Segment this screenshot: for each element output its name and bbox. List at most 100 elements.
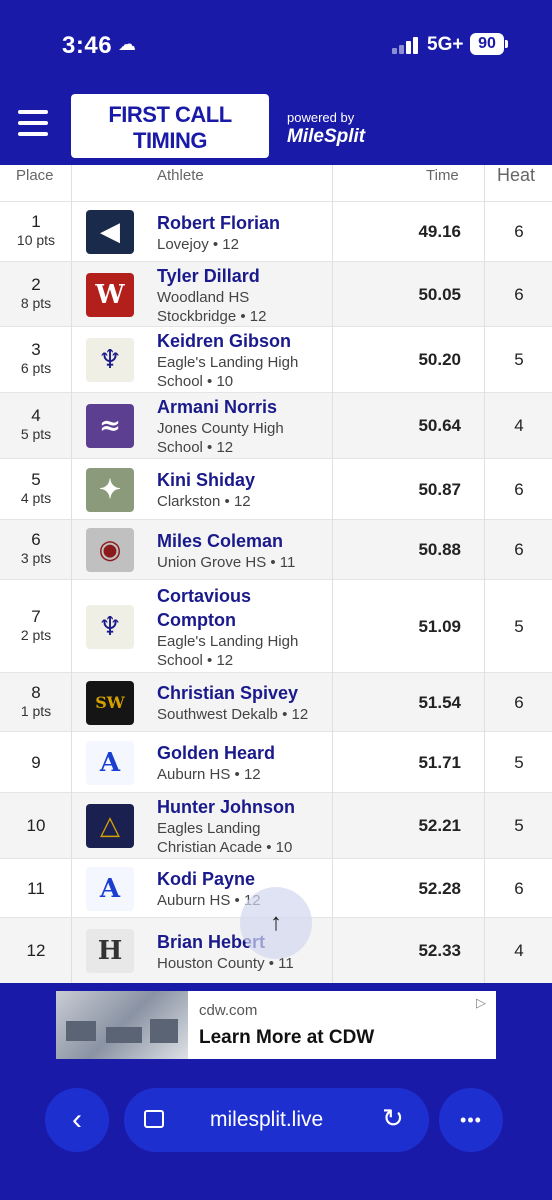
athlete-school: Eagles Landing xyxy=(157,820,261,837)
table-row[interactable]: 45 pts ≈ Armani Norris Jones County High Sch… xyxy=(0,392,552,458)
athlete-name[interactable]: Robert Florian xyxy=(157,211,332,235)
ad-domain: cdw.com xyxy=(199,1002,258,1019)
scroll-to-top-button[interactable]: ↑ xyxy=(240,887,312,959)
signal-icon xyxy=(392,36,422,54)
table-row[interactable]: 1 10 pts ◀ Robert Florian Lovejoy • 12 49.16 6 xyxy=(0,201,552,261)
address-bar[interactable]: milesplit.live ↻ xyxy=(124,1088,429,1152)
adchoices-icon[interactable]: ▷ xyxy=(476,995,486,1011)
ad-banner[interactable]: cdw.com Learn More at CDW ▷ xyxy=(56,991,496,1059)
place-number: 4 xyxy=(31,406,41,425)
logo-line2: TIMING xyxy=(133,128,208,153)
table-row[interactable]: 36 pts ♆ Keidren Gibson Eagle's Landing Hig… xyxy=(0,326,552,392)
athlete-name[interactable]: Golden Heard xyxy=(157,741,332,765)
athlete-name[interactable]: Christian Spivey xyxy=(157,681,332,705)
time-cell: 51.54 xyxy=(418,693,461,712)
heat-cell: 5 xyxy=(514,350,524,369)
auburn-logo: A xyxy=(86,867,134,911)
athlete-school: Clarkston • 12 xyxy=(157,493,251,510)
logo-line1: FIRST CALL xyxy=(108,102,232,127)
athlete-school: Lovejoy • 12 xyxy=(157,236,239,253)
table-row[interactable]: 81 pts SW Christian Spivey Southwest Dekalb… xyxy=(0,672,552,731)
jones-county-logo: ≈ xyxy=(86,404,134,448)
time-cell: 49.16 xyxy=(418,222,461,241)
table-row[interactable]: 9 A Golden Heard Auburn HS • 12 51.71 5 xyxy=(0,731,552,792)
place-number: 5 xyxy=(31,470,41,489)
place-points: 4 pts xyxy=(20,490,52,506)
clarkston-logo: ✦ xyxy=(86,468,134,512)
union-grove-logo: ◉ xyxy=(86,528,134,572)
southwest-dekalb-logo: SW xyxy=(86,681,134,725)
place-cell: 10 xyxy=(0,816,72,836)
woodland-logo: W xyxy=(86,273,134,317)
table-row[interactable]: 28 pts W Tyler Dillard Woodland HS Stockbrid… xyxy=(0,261,552,326)
athlete-name[interactable]: Kini Shiday xyxy=(157,468,332,492)
place-cell: 45 pts xyxy=(0,406,72,442)
athlete-name[interactable]: Armani Norris xyxy=(157,395,332,419)
athlete-name[interactable]: Hunter Johnson xyxy=(157,795,332,819)
heat-cell: 6 xyxy=(514,285,524,304)
back-button[interactable]: ‹ xyxy=(45,1088,109,1152)
table-row[interactable]: 63 pts ◉ Miles Coleman Union Grove HS • 11 5… xyxy=(0,519,552,579)
place-number: 11 xyxy=(27,879,45,898)
athlete-school: School • 12 xyxy=(157,652,234,669)
athlete-school: Christian Acade • 10 xyxy=(157,839,293,856)
athlete-school: Auburn HS • 12 xyxy=(157,766,261,783)
elca-logo: △ xyxy=(86,804,134,848)
place-number: 10 xyxy=(26,816,46,835)
place-number: 7 xyxy=(31,607,41,626)
more-icon: ••• xyxy=(460,1110,482,1130)
status-bar: 3:46 ☁ 5G+ 90 xyxy=(0,0,552,90)
back-icon: ‹ xyxy=(72,1103,82,1136)
athlete-name[interactable]: Keidren Gibson xyxy=(157,329,332,353)
place-cell: 28 pts xyxy=(0,275,72,311)
first-call-timing-logo[interactable]: FIRST CALL TIMING xyxy=(71,94,269,158)
time-cell: 50.88 xyxy=(418,540,461,559)
athlete-name[interactable]: Compton xyxy=(157,608,332,632)
more-button[interactable]: ••• xyxy=(439,1088,503,1152)
place-number: 6 xyxy=(31,530,41,549)
heat-cell: 5 xyxy=(514,816,524,835)
reload-icon[interactable]: ↻ xyxy=(382,1103,404,1134)
heat-cell: 5 xyxy=(514,753,524,772)
athlete-school: Woodland HS xyxy=(157,289,250,306)
table-row[interactable]: 10 △ Hunter Johnson Eagles Landing Christian… xyxy=(0,792,552,858)
houston-county-logo: H xyxy=(86,929,134,973)
page-menu-icon[interactable] xyxy=(144,1110,164,1128)
athlete-name[interactable]: Tyler Dillard xyxy=(157,264,332,288)
table-row[interactable]: 72 pts ♆ Cortavious Compton Eagle's Landing … xyxy=(0,579,552,672)
athlete-school: Union Grove HS • 11 xyxy=(157,554,296,571)
place-points: 6 pts xyxy=(20,360,52,376)
cloud-icon: ☁ xyxy=(118,34,136,54)
table-row[interactable]: 54 pts ✦ Kini Shiday Clarkston • 12 50.87 6 xyxy=(0,458,552,519)
col-time: Time xyxy=(426,167,459,184)
athlete-school: Houston County • 11 xyxy=(157,955,294,972)
ad-cta[interactable]: Learn More at CDW xyxy=(199,1027,374,1049)
place-number: 9 xyxy=(31,753,41,772)
time-cell: 50.64 xyxy=(418,416,461,435)
menu-icon[interactable] xyxy=(18,110,48,136)
heat-cell: 4 xyxy=(514,416,524,435)
time-cell: 52.21 xyxy=(418,816,461,835)
time-cell: 50.05 xyxy=(418,285,461,304)
place-points: 2 pts xyxy=(20,627,52,643)
place-number: 2 xyxy=(31,275,41,294)
powered-by-label: powered by xyxy=(287,110,355,125)
athlete-school: Eagle's Landing High xyxy=(157,354,299,371)
column-divider xyxy=(484,165,485,983)
place-points: 1 pts xyxy=(20,703,52,719)
heat-cell: 6 xyxy=(514,879,524,898)
athlete-name[interactable]: Kodi Payne xyxy=(157,867,332,891)
place-cell: 54 pts xyxy=(0,470,72,506)
place-cell: 11 xyxy=(0,879,72,899)
col-heat: Heat xyxy=(497,165,536,185)
athlete-name[interactable]: Miles Coleman xyxy=(157,529,332,553)
place-cell: 81 pts xyxy=(0,683,72,719)
place-cell: 36 pts xyxy=(0,340,72,376)
athlete-name[interactable]: Cortavious xyxy=(157,584,332,608)
place-cell: 9 xyxy=(0,753,72,773)
place-number: 3 xyxy=(31,340,41,359)
place-number: 1 xyxy=(31,212,41,231)
status-time: 3:46 xyxy=(62,32,113,59)
time-cell: 50.20 xyxy=(418,350,461,369)
heat-cell: 5 xyxy=(514,617,524,636)
